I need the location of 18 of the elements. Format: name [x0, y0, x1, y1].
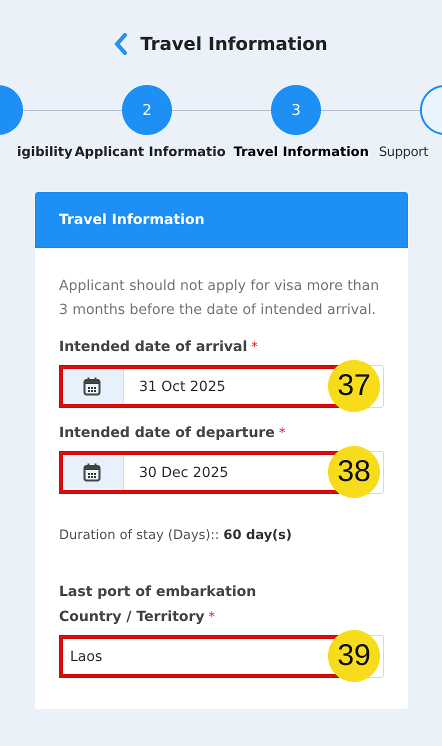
required-mark: * — [208, 610, 216, 625]
field-label: Last port of embarkation — [59, 584, 256, 600]
step-label: igibility — [17, 145, 73, 162]
number-overlay: 37 — [328, 360, 380, 412]
step-label: Applicant Informatio — [74, 145, 226, 162]
required-mark: * — [278, 426, 286, 441]
number-overlay: 38 — [328, 446, 380, 498]
number-overlay: 39 — [328, 630, 380, 682]
duration-text: Duration of stay (Days):: 60 day(s) — [59, 528, 293, 543]
page-title: Travel Information — [140, 34, 328, 54]
field-label: Intended date of arrival — [59, 339, 248, 355]
field-label: Intended date of departure — [59, 425, 275, 441]
step-label: Travel Information — [234, 145, 369, 162]
step-label: Support — [378, 145, 428, 162]
card-header: Travel Information — [35, 192, 408, 248]
notice-text: Applicant should not apply for visa more than 3 months before the date of intended arrival. — [59, 277, 380, 320]
required-mark: * — [251, 340, 258, 355]
field-label: Country / Territory — [59, 609, 205, 625]
